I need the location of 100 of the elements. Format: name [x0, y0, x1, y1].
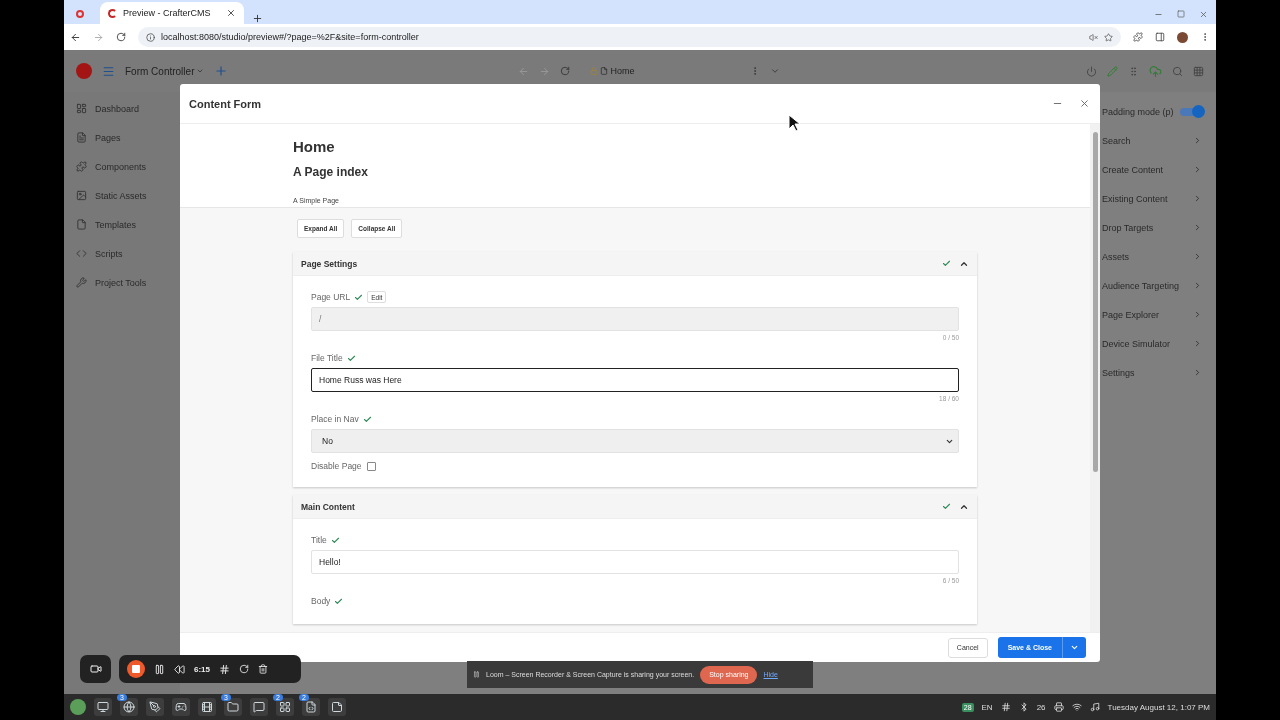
taskbar-app[interactable] [328, 698, 346, 716]
taskbar-app[interactable] [250, 698, 268, 716]
start-menu-icon[interactable] [70, 699, 86, 715]
gamepad-icon [175, 701, 187, 713]
section-title: Page Settings [301, 258, 358, 269]
chevron-icon [1193, 281, 1202, 290]
bluetooth-icon[interactable] [1018, 702, 1029, 712]
logo-icon [108, 8, 117, 18]
caret-icon [196, 67, 205, 75]
tab-title: Preview - CrafterCMS [123, 8, 212, 18]
folder-icon [227, 701, 239, 713]
page-icon [76, 132, 87, 143]
chevron-icon [1193, 194, 1202, 203]
dialog-title: Content Form [189, 97, 262, 110]
lock-icon [590, 67, 599, 75]
taskbar-app[interactable] [146, 698, 164, 716]
taskbar-app[interactable] [198, 698, 216, 716]
file-icon [76, 219, 87, 230]
page-subheading: A Page index [293, 165, 369, 179]
panel-item[interactable]: Create Content [1100, 155, 1216, 184]
page-icon [600, 67, 609, 75]
caret-icon [1070, 643, 1079, 652]
panel-item[interactable]: Search [1100, 126, 1216, 155]
panel-item[interactable]: Drop Targets [1100, 213, 1216, 242]
new-tab-icon[interactable] [252, 13, 263, 24]
browser-icon [123, 701, 135, 713]
panel-item[interactable]: Existing Content [1100, 184, 1216, 213]
info-icon [146, 32, 155, 42]
clock[interactable]: Tuesday August 12, 1:07 PM [1107, 702, 1210, 712]
chevron-icon [1193, 310, 1202, 319]
preview-address[interactable]: Home [590, 66, 741, 76]
printer-icon[interactable] [1053, 702, 1064, 712]
browser-tab[interactable]: Preview - CrafterCMS [100, 2, 244, 24]
field-label: Disable Page [311, 461, 362, 471]
wrench-icon [76, 277, 87, 288]
muted-icon[interactable] [1089, 32, 1098, 42]
sidebar-item[interactable]: Templates [64, 210, 180, 239]
panel-item[interactable]: Settings [1100, 358, 1216, 387]
trash-icon[interactable] [258, 664, 268, 674]
toggle-label: Padding mode (p) [1102, 106, 1174, 117]
text-field[interactable]: Hello! [311, 550, 959, 574]
chevron-icon [1193, 136, 1202, 145]
sidebar-item[interactable]: Scripts [64, 239, 180, 268]
code-icon [305, 701, 317, 713]
record-icon[interactable] [76, 10, 84, 18]
panel-item[interactable]: Device Simulator [1100, 329, 1216, 358]
field-label: File Title [311, 353, 343, 363]
section-title: Main Content [301, 501, 355, 512]
avatar-icon[interactable] [1177, 31, 1188, 43]
pen-icon [149, 701, 161, 713]
chevron-icon [1193, 165, 1202, 174]
chevron-icon [1193, 368, 1202, 377]
stop-recording-button[interactable] [127, 660, 145, 678]
notification-count[interactable]: 26 [1036, 702, 1046, 712]
notes-icon [331, 701, 343, 713]
field-label: Title [311, 535, 327, 545]
film-icon [201, 701, 213, 713]
recording-time: 6:15 [194, 664, 210, 674]
image-icon [76, 190, 87, 201]
panel-item[interactable]: Page Explorer [1100, 300, 1216, 329]
taskbar-app[interactable] [94, 698, 112, 716]
reload-icon[interactable] [116, 32, 126, 42]
star-icon[interactable] [1104, 32, 1113, 42]
side-panel-icon[interactable] [1155, 32, 1165, 42]
sidebar-item[interactable]: Pages [64, 123, 180, 152]
chevron-icon [1193, 339, 1202, 348]
scrollbar-thumb[interactable] [1092, 132, 1098, 472]
back-icon[interactable] [70, 31, 81, 43]
address-bar[interactable]: localhost:8080/studio/preview#/?page=%2F&site=form-controller [138, 27, 1121, 47]
site-selector[interactable]: Form Controller [125, 65, 205, 77]
windows-icon [279, 701, 291, 713]
wifi-icon[interactable] [1071, 702, 1082, 712]
text-field[interactable]: Home Russ was Here [311, 368, 959, 392]
panel-item[interactable]: Assets [1100, 242, 1216, 271]
extension-icon[interactable] [1133, 32, 1143, 42]
restart-icon[interactable] [239, 664, 249, 674]
close-icon[interactable] [1199, 10, 1208, 19]
music-icon[interactable] [1089, 702, 1100, 712]
reload-icon[interactable] [560, 66, 571, 76]
checkbox[interactable] [366, 461, 376, 471]
pause-icon[interactable] [154, 663, 165, 675]
padding-toggle[interactable] [1180, 107, 1202, 116]
select-field[interactable]: No [311, 429, 959, 453]
panel-item[interactable]: Audience Targeting [1100, 271, 1216, 300]
sidebar-item[interactable]: Components [64, 152, 180, 181]
grid-icon[interactable] [219, 663, 230, 675]
sidebar-item[interactable]: Dashboard [64, 94, 180, 123]
camera-button[interactable] [80, 655, 111, 683]
chat-icon [253, 701, 265, 713]
chevron-icon [1193, 223, 1202, 232]
taskbar-app[interactable] [172, 698, 190, 716]
sidebar-item[interactable]: Static Assets [64, 181, 180, 210]
close-icon[interactable] [1079, 98, 1090, 109]
field-label: Body [311, 596, 331, 606]
language-indicator[interactable]: EN [981, 702, 993, 712]
close-icon[interactable] [226, 8, 236, 18]
dashboard-icon [76, 103, 87, 114]
rewind-icon[interactable] [174, 663, 185, 675]
sidebar-item[interactable]: Project Tools [64, 268, 180, 297]
field-label: Page URL [311, 292, 351, 302]
